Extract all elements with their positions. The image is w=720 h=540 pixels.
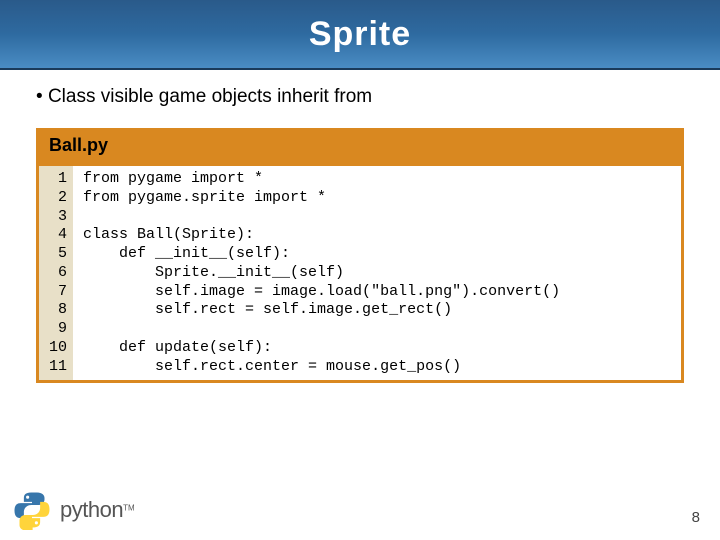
code-source: from pygame import * from pygame.sprite … (73, 166, 681, 380)
trademark-symbol: TM (123, 504, 135, 513)
code-body: 1 2 3 4 5 6 7 8 9 10 11 from pygame impo… (36, 163, 684, 383)
slide: Sprite Class visible game objects inheri… (0, 0, 720, 540)
bullet-text: Class visible game objects inherit from (36, 86, 684, 108)
code-block: Ball.py 1 2 3 4 5 6 7 8 9 10 11 from pyg… (36, 128, 684, 383)
python-wordmark: pythonTM (60, 497, 135, 523)
footer-logo: pythonTM (12, 490, 135, 530)
code-filename: Ball.py (36, 128, 684, 163)
line-number-gutter: 1 2 3 4 5 6 7 8 9 10 11 (39, 166, 73, 380)
title-bar: Sprite (0, 0, 720, 70)
slide-body: Class visible game objects inherit from … (0, 70, 720, 383)
slide-title: Sprite (309, 15, 411, 54)
page-number: 8 (692, 509, 700, 526)
python-word: python (60, 497, 123, 522)
python-logo-icon (12, 490, 52, 530)
